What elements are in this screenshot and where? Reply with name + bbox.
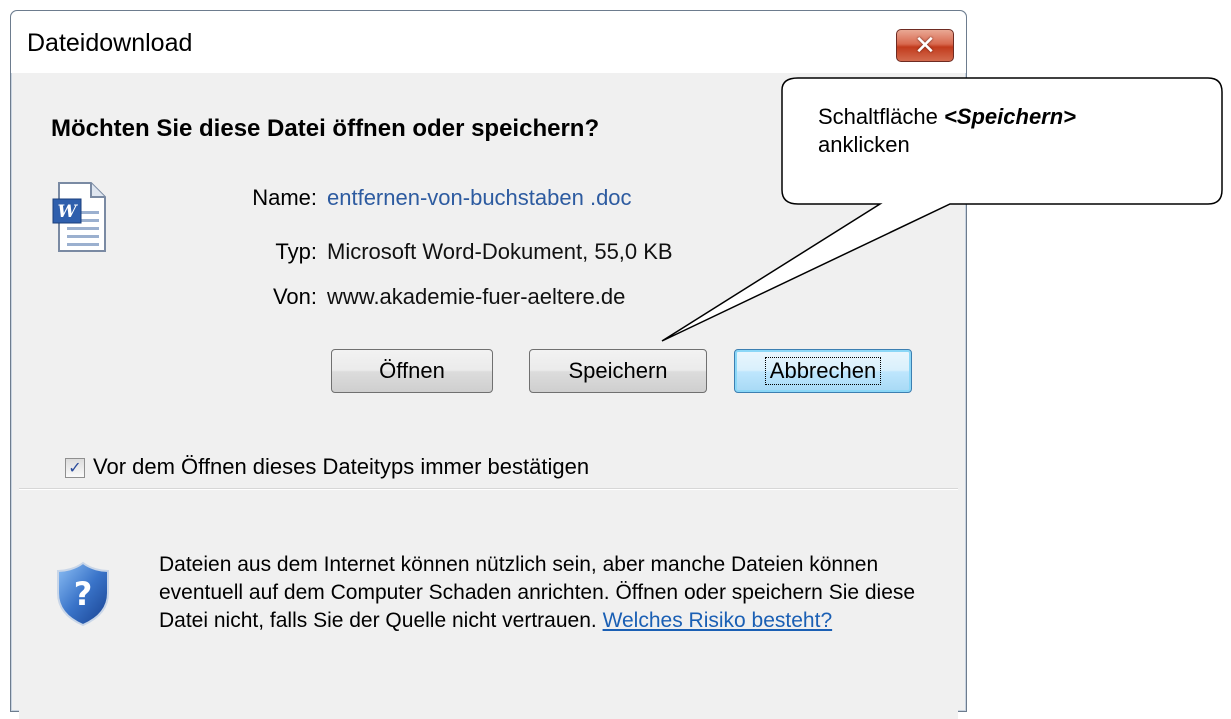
callout-text: Schaltfläche <Speichern> anklicken: [818, 104, 1077, 157]
callout-emphasis: <Speichern>: [943, 104, 1077, 129]
